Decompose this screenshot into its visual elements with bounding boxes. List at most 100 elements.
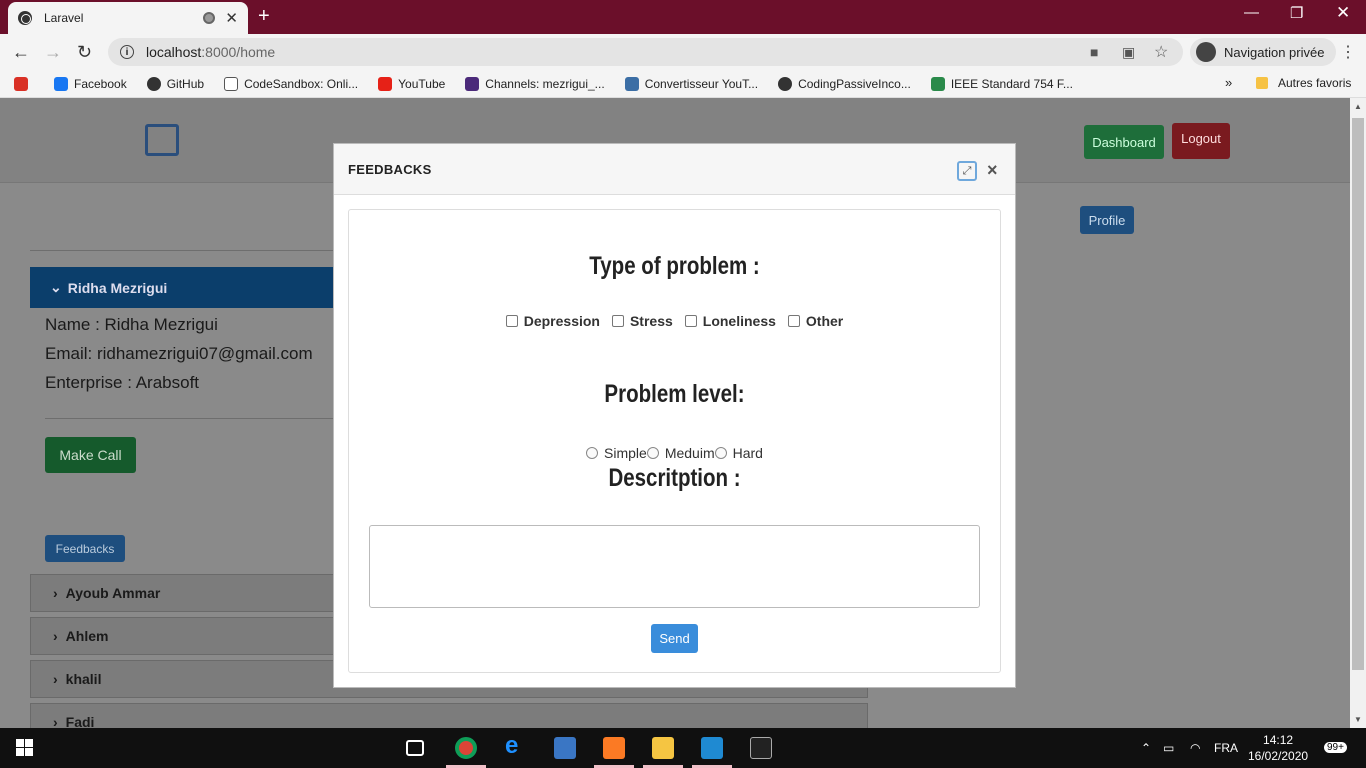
level-heading: Problem level: [604,380,745,408]
github-icon [146,76,161,91]
profile-button[interactable]: Profile [1080,206,1134,234]
terminal-icon[interactable] [750,737,772,759]
converter-icon [624,76,639,91]
scroll-up-icon[interactable]: ▲ [1354,102,1362,111]
menu-icon[interactable]: ⋮ [1340,42,1356,62]
make-call-button[interactable]: Make Call [45,437,136,473]
close-window-button[interactable]: ✕ [1336,3,1350,23]
folder-icon [1256,77,1268,89]
problem-type-group: Depression Stress Loneliness Other [349,313,1000,329]
clock[interactable]: 14:12 16/02/2020 [1248,732,1308,764]
restore-button[interactable]: ❐ [1290,4,1303,22]
divider [30,250,340,251]
xampp-icon[interactable] [603,737,625,759]
chevron-right-icon: › [53,585,58,601]
close-icon[interactable]: × [987,160,998,181]
checkbox-other[interactable]: Other [787,313,843,329]
chevron-right-icon: › [53,714,58,728]
problem-level-group: Simple Meduim Hard [349,445,1000,461]
channels-icon [465,76,480,91]
description-heading: Descritption : [608,464,741,492]
windows-start-icon[interactable] [16,739,33,756]
logout-button[interactable]: Logout [1172,123,1230,159]
windows-taskbar: e ⌃ ▭ ◠ FRA 14:12 16/02/2020 99+ [0,728,1366,768]
checkbox-depression[interactable]: Depression [505,313,600,329]
tab-strip: Laravel ✕ + — ❐ ✕ [0,0,1366,34]
checkbox-icon[interactable] [787,315,800,327]
reload-button[interactable]: ↻ [77,42,92,63]
back-button[interactable]: ← [12,42,30,63]
translate-icon[interactable]: ▣ [1122,44,1135,61]
chevron-right-icon: › [53,671,58,687]
radio-medium[interactable]: Meduim [646,445,715,461]
send-button[interactable]: Send [651,624,698,653]
gmail-bookmark[interactable] [14,76,34,91]
scroll-down-icon[interactable]: ▼ [1354,715,1362,724]
bookmark-item[interactable]: Channels: mezrigui_... [465,76,605,91]
checkbox-icon[interactable] [684,315,697,327]
wifi-icon[interactable]: ◠ [1190,741,1200,755]
radio-icon[interactable] [714,447,727,459]
codesandbox-icon [224,76,239,91]
radio-icon[interactable] [586,447,599,459]
checkbox-stress[interactable]: Stress [611,313,673,329]
user-email: Email: ridhamezrigui07@gmail.com [45,344,313,363]
recording-icon [203,12,216,24]
other-bookmarks[interactable]: Autres favoris [1256,76,1351,90]
forward-button[interactable]: → [44,42,62,63]
chevron-up-icon[interactable]: ⌃ [1141,741,1151,755]
modal-header: FEEDBACKS [334,144,1015,195]
store-icon[interactable] [554,737,576,759]
accordion-item[interactable]: › Fadi [30,703,868,728]
incognito-badge[interactable]: Navigation privée [1190,38,1337,66]
bookmark-item[interactable]: IEEE Standard 754 F... [930,76,1073,91]
page-scrollbar[interactable]: ▲ ▼ [1350,98,1366,728]
language-indicator[interactable]: FRA [1214,741,1238,755]
info-icon[interactable]: i [120,45,134,59]
checkbox-loneliness[interactable]: Loneliness [684,313,776,329]
bookmark-item[interactable]: CodeSandbox: Onli... [224,76,358,91]
date: 16/02/2020 [1248,749,1309,763]
close-tab-icon[interactable]: ✕ [225,9,238,27]
edge-icon[interactable]: e [505,732,527,759]
type-heading: Type of problem : [589,252,760,280]
file-explorer-icon[interactable] [652,737,674,759]
checkbox-icon[interactable] [505,315,518,327]
feedbacks-button[interactable]: Feedbacks [45,535,125,562]
minimize-button[interactable]: — [1244,4,1259,21]
modal-title: FEEDBACKS [348,161,432,177]
checkbox-icon[interactable] [611,315,624,327]
bookmark-item[interactable]: Convertisseur YouT... [624,76,758,91]
site-logo[interactable] [145,124,179,156]
new-tab-button[interactable]: + [258,5,270,28]
bookmark-item[interactable]: GitHub [146,76,204,91]
incognito-label: Navigation privée [1224,44,1325,60]
more-bookmarks-icon[interactable]: » [1225,75,1232,90]
battery-icon[interactable]: ▭ [1163,741,1174,755]
camera-icon[interactable]: ■ [1090,44,1098,60]
browser-tab[interactable]: Laravel ✕ [8,2,248,34]
bookmark-item[interactable]: CodingPassiveInco... [778,76,911,91]
task-view-icon[interactable] [406,740,424,756]
bookmarks-bar: Facebook GitHub CodeSandbox: Onli... You… [0,70,1366,98]
star-icon[interactable]: ☆ [1154,42,1168,62]
chrome-icon[interactable] [455,737,477,759]
panel-title: Ridha Mezrigui [67,279,168,296]
ieee-icon [930,76,945,91]
dashboard-button[interactable]: Dashboard [1084,125,1164,159]
expand-icon[interactable]: ⤢ [957,161,977,181]
radio-simple[interactable]: Simple [586,445,647,461]
radio-hard[interactable]: Hard [714,445,763,461]
notifications-badge[interactable]: 99+ [1324,742,1347,753]
user-name: Name : Ridha Mezrigui [45,315,218,334]
address-bar[interactable]: i localhost:8000/home ■ ▣ ☆ [108,38,1183,66]
facebook-icon [54,76,68,91]
description-textarea[interactable] [369,525,980,608]
bookmark-item[interactable]: Facebook [54,76,127,91]
scrollbar-thumb[interactable] [1352,118,1364,670]
user-panel-header[interactable]: ⌄ Ridha Mezrigui [30,267,340,308]
bookmark-item[interactable]: YouTube [378,76,445,91]
gmail-icon [14,76,28,91]
vscode-icon[interactable] [701,737,723,759]
radio-icon[interactable] [646,447,659,459]
